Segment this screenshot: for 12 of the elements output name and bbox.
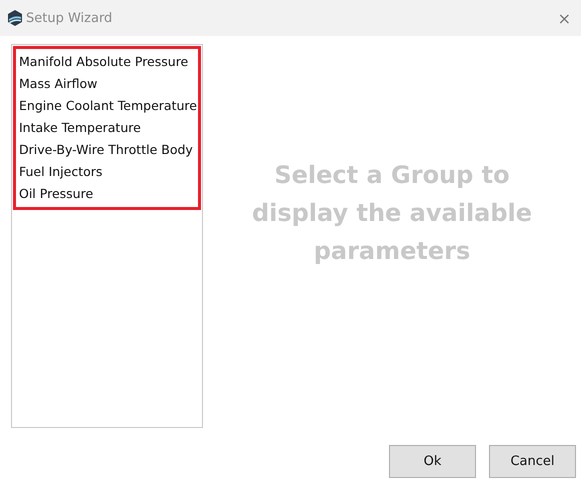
group-item[interactable]: Mass Airflow <box>19 73 198 95</box>
group-item[interactable]: Intake Temperature <box>19 117 198 139</box>
group-item[interactable]: Manifold Absolute Pressure <box>19 51 198 73</box>
group-item[interactable]: Engine Coolant Temperature <box>19 95 198 117</box>
window-title: Setup Wizard <box>26 10 114 26</box>
group-item[interactable]: Fuel Injectors <box>19 161 198 183</box>
cancel-button[interactable]: Cancel <box>489 445 576 478</box>
group-item[interactable]: Oil Pressure <box>19 183 198 205</box>
app-logo-icon <box>6 9 24 27</box>
ok-button[interactable]: Ok <box>389 445 476 478</box>
group-item[interactable]: Drive-By-Wire Throttle Body <box>19 139 198 161</box>
close-button[interactable]: × <box>554 8 575 28</box>
